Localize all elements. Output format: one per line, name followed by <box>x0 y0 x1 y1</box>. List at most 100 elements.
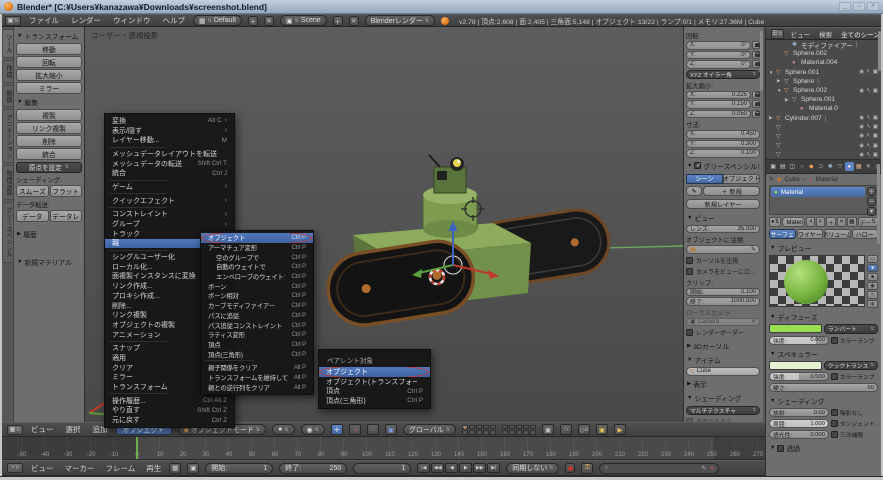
panel-header-3d-cursor[interactable]: ▶3Dカーソル <box>686 339 760 353</box>
viewport-shading-dropdown[interactable]: ●⇅ <box>272 424 294 435</box>
remove-slot-button[interactable]: － <box>867 197 876 206</box>
keying-set-icon[interactable]: ⚿ <box>581 463 593 474</box>
selectable-icon[interactable]: ↖ <box>866 152 871 158</box>
tool-shelf-tab[interactable]: ツール <box>2 29 13 58</box>
hardness-slider[interactable]: 硬さ:50 <box>769 383 878 392</box>
timeline-ruler[interactable]: -50-40-30-20-100102030405060708090100110… <box>2 437 765 460</box>
scale-field[interactable]: X:0.225 <box>686 91 751 100</box>
preview-shape-button[interactable]: ◉ <box>867 282 878 290</box>
toolshelf-button[interactable]: 回転 <box>16 56 82 68</box>
scale-manipulator-icon[interactable]: ▣ <box>385 424 397 435</box>
toolshelf-button[interactable]: 移動 <box>16 43 82 55</box>
selectable-icon[interactable]: ↖ <box>866 88 871 94</box>
menu-item[interactable]: オブジェクト(トランスフォーム維持) <box>319 377 430 387</box>
menu-item[interactable]: 表示/隠す <box>105 126 234 136</box>
panel-header-item[interactable]: ▼アイテム <box>686 353 760 367</box>
lock-icon[interactable] <box>752 110 760 118</box>
properties-tab-icon[interactable] <box>836 162 845 171</box>
menu[interactable]: レンダー <box>69 15 103 26</box>
dimension-field[interactable]: Y:0.300 <box>686 140 760 149</box>
render-border-checkbox[interactable] <box>686 329 693 336</box>
menu-item[interactable]: メッシュデータレイアウトを転送 <box>105 149 234 159</box>
menu[interactable]: ヘルプ <box>161 15 188 26</box>
pivot-point-dropdown[interactable]: ◉⇅ <box>301 424 325 435</box>
menu[interactable]: 選択 <box>64 424 83 435</box>
properties-tab-icon[interactable] <box>826 162 835 171</box>
preview-shape-button[interactable]: ▭ <box>867 255 878 263</box>
editor-type-button[interactable]: ☰⇅ <box>771 29 784 39</box>
diffuse-shader-dropdown[interactable]: ランバート⇅ <box>824 324 878 334</box>
use-preview-range-icon[interactable]: ▦ <box>169 463 181 474</box>
panel-header-diffuse[interactable]: ▼ディフューズ <box>769 310 878 324</box>
specular-ramp-checkbox[interactable] <box>831 373 838 380</box>
editor-type-button[interactable]: ▣⇅ <box>5 16 21 26</box>
display-mode-dropdown[interactable]: 全てのシーン <box>839 29 881 39</box>
shading-mode-dropdown[interactable]: マルチテクスチャ⇅ <box>686 406 760 415</box>
selectable-icon[interactable]: ↖ <box>866 115 871 121</box>
lock-to-scene-icon[interactable]: ▣ <box>542 424 554 435</box>
outliner-row[interactable]: Material.0 ◉↖▣ <box>766 104 881 113</box>
panel-header-view[interactable]: ▼ビュー <box>686 211 760 225</box>
panel-header-transparency[interactable]: ▼透過 <box>769 441 878 455</box>
playback-button[interactable]: ◀ <box>445 463 458 473</box>
eye-icon[interactable]: ◉ <box>859 133 864 139</box>
add-slot-button[interactable]: ＋ <box>867 187 876 196</box>
outliner-row[interactable]: ▶ Cylinder.007 | ◉↖▣ <box>766 114 881 123</box>
menu-item[interactable]: 空のグループで Ctrl P <box>201 252 313 262</box>
tangent-checkbox[interactable] <box>831 420 838 427</box>
menu-item[interactable]: 頂点(三角形) Ctrl P <box>201 349 313 359</box>
playback-button[interactable]: |◀ <box>417 463 430 473</box>
render-opengl-icon[interactable]: ▣ <box>596 424 608 435</box>
expand-icon[interactable]: ▼ <box>777 88 784 93</box>
rotation-field[interactable]: Z:0° <box>686 60 751 69</box>
panel-header-shading[interactable]: ▼シェーディング <box>686 391 760 405</box>
lock-icon[interactable] <box>752 41 760 49</box>
close-button[interactable]: ✕ <box>867 2 879 11</box>
selectable-icon[interactable]: ↖ <box>866 69 871 75</box>
unlink-material-button[interactable]: ✕ <box>837 217 846 227</box>
outliner-row[interactable]: ◉↖▣ <box>766 141 881 150</box>
lock-icon[interactable] <box>752 91 760 99</box>
menu-item[interactable]: オブジェクト Ctrl P <box>201 233 313 243</box>
translate-manipulator-icon[interactable]: ➝ <box>349 424 361 435</box>
material-name-field[interactable]: Material <box>782 217 805 227</box>
panel-header-new-material[interactable]: ▼新規マテリアル <box>16 255 82 269</box>
properties-tab-icon[interactable] <box>817 162 826 171</box>
menu-item[interactable]: ボーン Ctrl P <box>201 281 313 291</box>
minimize-button[interactable]: _ <box>839 2 851 11</box>
frame-start-field[interactable]: 開始:1 <box>205 463 273 474</box>
playback-button[interactable]: ▶▶ <box>473 463 486 473</box>
dimension-field[interactable]: Z:0.100 <box>686 149 760 158</box>
snap-magnet-icon[interactable]: ∩ <box>560 424 572 435</box>
menu-item[interactable]: 頂点 Ctrl P <box>319 386 430 396</box>
menu-item[interactable]: 変換 Alt C <box>105 116 234 126</box>
outliner-row[interactable]: Material.004 ◉↖▣ <box>766 58 881 67</box>
menu[interactable]: ビュー <box>29 424 56 435</box>
menu-item[interactable]: やり直す Shift Ctrl Z <box>105 406 234 416</box>
transparency-checkbox[interactable] <box>777 445 784 452</box>
eye-icon[interactable]: ◉ <box>859 152 864 158</box>
menu-item[interactable]: 親子関係をクリア Alt P <box>201 363 313 373</box>
material-slot-list[interactable]: ● Material ＋ － ▾ <box>769 185 878 215</box>
properties-tab-icon[interactable] <box>855 162 864 171</box>
scene-selector[interactable]: ▣⇅Scene <box>280 15 327 26</box>
current-frame-field[interactable]: 1 <box>353 463 411 474</box>
diffuse-intensity-slider[interactable]: 強度:0.800 <box>769 336 829 345</box>
panel-header-transform[interactable]: ▼トランスフォーム <box>16 29 82 43</box>
preview-shape-button[interactable]: ■ <box>867 273 878 281</box>
properties-tab-icon[interactable] <box>788 162 797 171</box>
menu-item[interactable]: レイヤー移動... M <box>105 135 234 145</box>
playback-button[interactable]: ▶| <box>487 463 500 473</box>
tool-shelf-tab[interactable]: 物理演算 <box>2 165 13 200</box>
outliner-row[interactable]: モディファイアー | ◉↖▣ <box>766 40 881 49</box>
selectable-icon[interactable]: ↖ <box>866 124 871 130</box>
shadeless-checkbox[interactable] <box>831 409 838 416</box>
selectable-icon[interactable]: ↖ <box>866 143 871 149</box>
scrollbar[interactable] <box>877 164 880 244</box>
selectable-icon[interactable]: ↖ <box>866 133 871 139</box>
outliner-row[interactable]: ▼ Sphere.001 ◉↖▣ <box>766 68 881 77</box>
set-origin-dropdown[interactable]: 原点を設定⇅ <box>16 162 82 174</box>
menu-item[interactable]: パス追従コンストレイント Ctrl P <box>201 320 313 330</box>
layer-toggles[interactable] <box>462 425 496 435</box>
nodes-icon[interactable]: ▦ <box>847 217 856 227</box>
